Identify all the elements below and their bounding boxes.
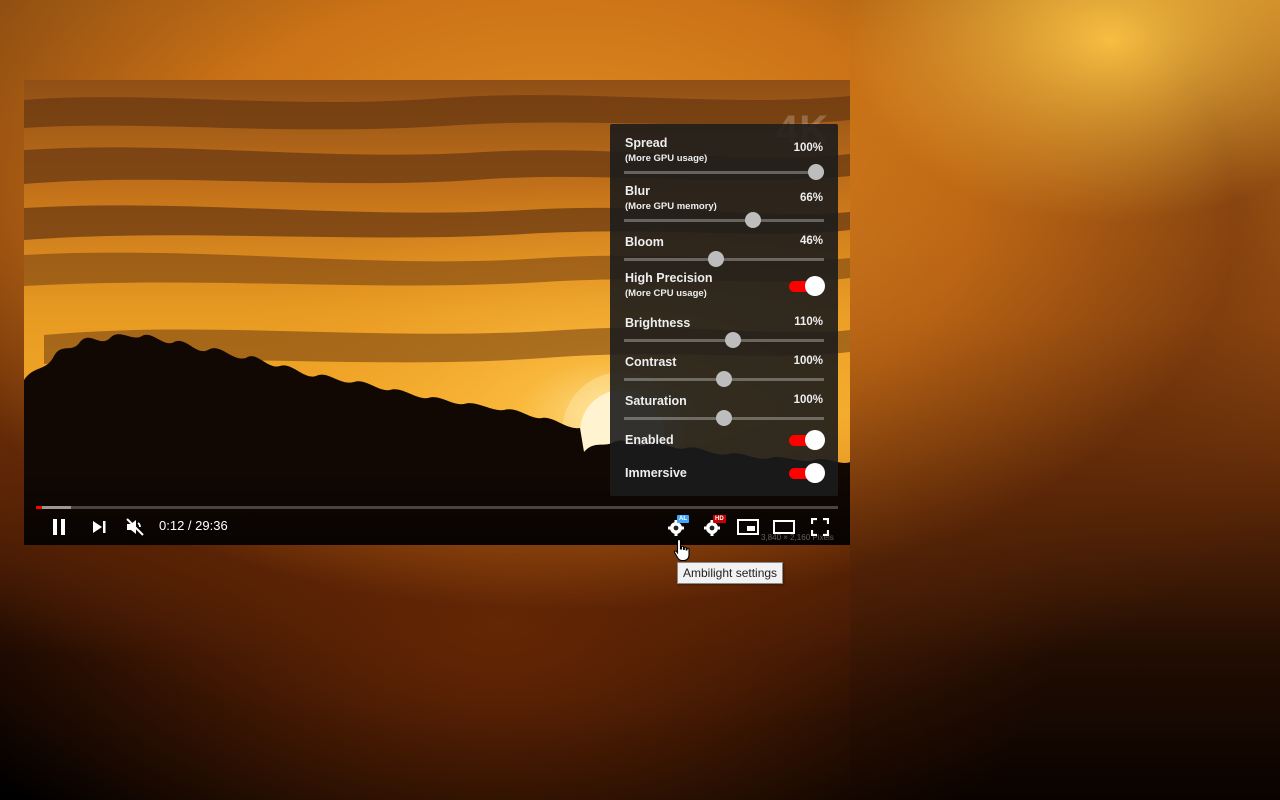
slider-track (624, 258, 824, 261)
brightness-slider[interactable] (624, 332, 824, 348)
setting-high-precision: High Precision (More CPU usage) (625, 271, 825, 299)
saturation-slider[interactable] (624, 410, 824, 426)
play-pause-button[interactable] (44, 513, 74, 541)
slider-thumb[interactable] (745, 212, 761, 228)
slider-thumb[interactable] (716, 410, 732, 426)
hd-badge: HD (713, 515, 726, 523)
toggle-knob (805, 463, 825, 483)
resolution-stats: 3,840 × 2,160 Pixels (761, 533, 834, 542)
setting-label: Blur (625, 184, 650, 198)
slider-thumb[interactable] (716, 371, 732, 387)
ambilight-settings-tooltip: Ambilight settings (677, 562, 784, 584)
setting-spread: Spread (More GPU usage) 100% (625, 136, 823, 164)
toggle-knob (805, 430, 825, 450)
slider-thumb[interactable] (725, 332, 741, 348)
hand-cursor-icon (673, 538, 690, 562)
setting-value: 46% (799, 235, 823, 247)
volume-muted-icon (126, 518, 144, 536)
slider-track (624, 219, 824, 222)
setting-brightness: Brightness 110% (625, 316, 823, 330)
slider-thumb[interactable] (808, 164, 824, 180)
setting-value: 110% (794, 316, 823, 328)
setting-blur: Blur (More GPU memory) 66% (625, 184, 823, 212)
setting-sublabel: (More GPU memory) (625, 201, 717, 212)
setting-value: 100% (793, 394, 823, 406)
contrast-slider[interactable] (624, 371, 824, 387)
time-display: 0:12 / 29:36 (159, 518, 228, 533)
immersive-toggle[interactable] (787, 463, 825, 483)
progress-played (36, 506, 42, 509)
ambient-glow (850, 0, 1280, 800)
setting-bloom: Bloom 46% (625, 235, 823, 249)
blur-slider[interactable] (624, 212, 824, 228)
setting-sublabel: (More GPU usage) (625, 153, 708, 164)
ambilight-badge: AL (677, 515, 689, 523)
ambilight-settings-panel: Spread (More GPU usage) 100% Blur (More … (610, 124, 838, 496)
quality-settings-button[interactable]: HD (700, 513, 726, 541)
ambilight-settings-button[interactable]: AL (664, 513, 690, 541)
slider-track (624, 171, 824, 174)
progress-bar[interactable] (36, 506, 838, 509)
bloom-slider[interactable] (624, 251, 824, 267)
setting-saturation: Saturation 100% (625, 394, 823, 408)
setting-value: 66% (799, 192, 823, 204)
skip-next-icon (93, 521, 106, 533)
next-button[interactable] (86, 513, 112, 541)
slider-track (624, 339, 824, 342)
miniplayer-button[interactable] (735, 513, 761, 541)
slider-thumb[interactable] (708, 251, 724, 267)
mute-button[interactable] (122, 513, 148, 541)
setting-contrast: Contrast 100% (625, 355, 823, 369)
setting-label: Bloom (625, 235, 664, 249)
enabled-toggle[interactable] (787, 430, 825, 450)
toggle-knob (805, 276, 825, 296)
high-precision-toggle[interactable] (787, 276, 825, 296)
pause-icon (53, 519, 65, 535)
setting-value: 100% (793, 355, 823, 367)
setting-immersive: Immersive (625, 463, 825, 483)
theater-mode-icon (773, 520, 795, 534)
spread-slider[interactable] (624, 164, 824, 180)
setting-enabled: Enabled (625, 430, 825, 450)
miniplayer-icon (737, 519, 759, 535)
setting-value: 100% (793, 142, 823, 154)
